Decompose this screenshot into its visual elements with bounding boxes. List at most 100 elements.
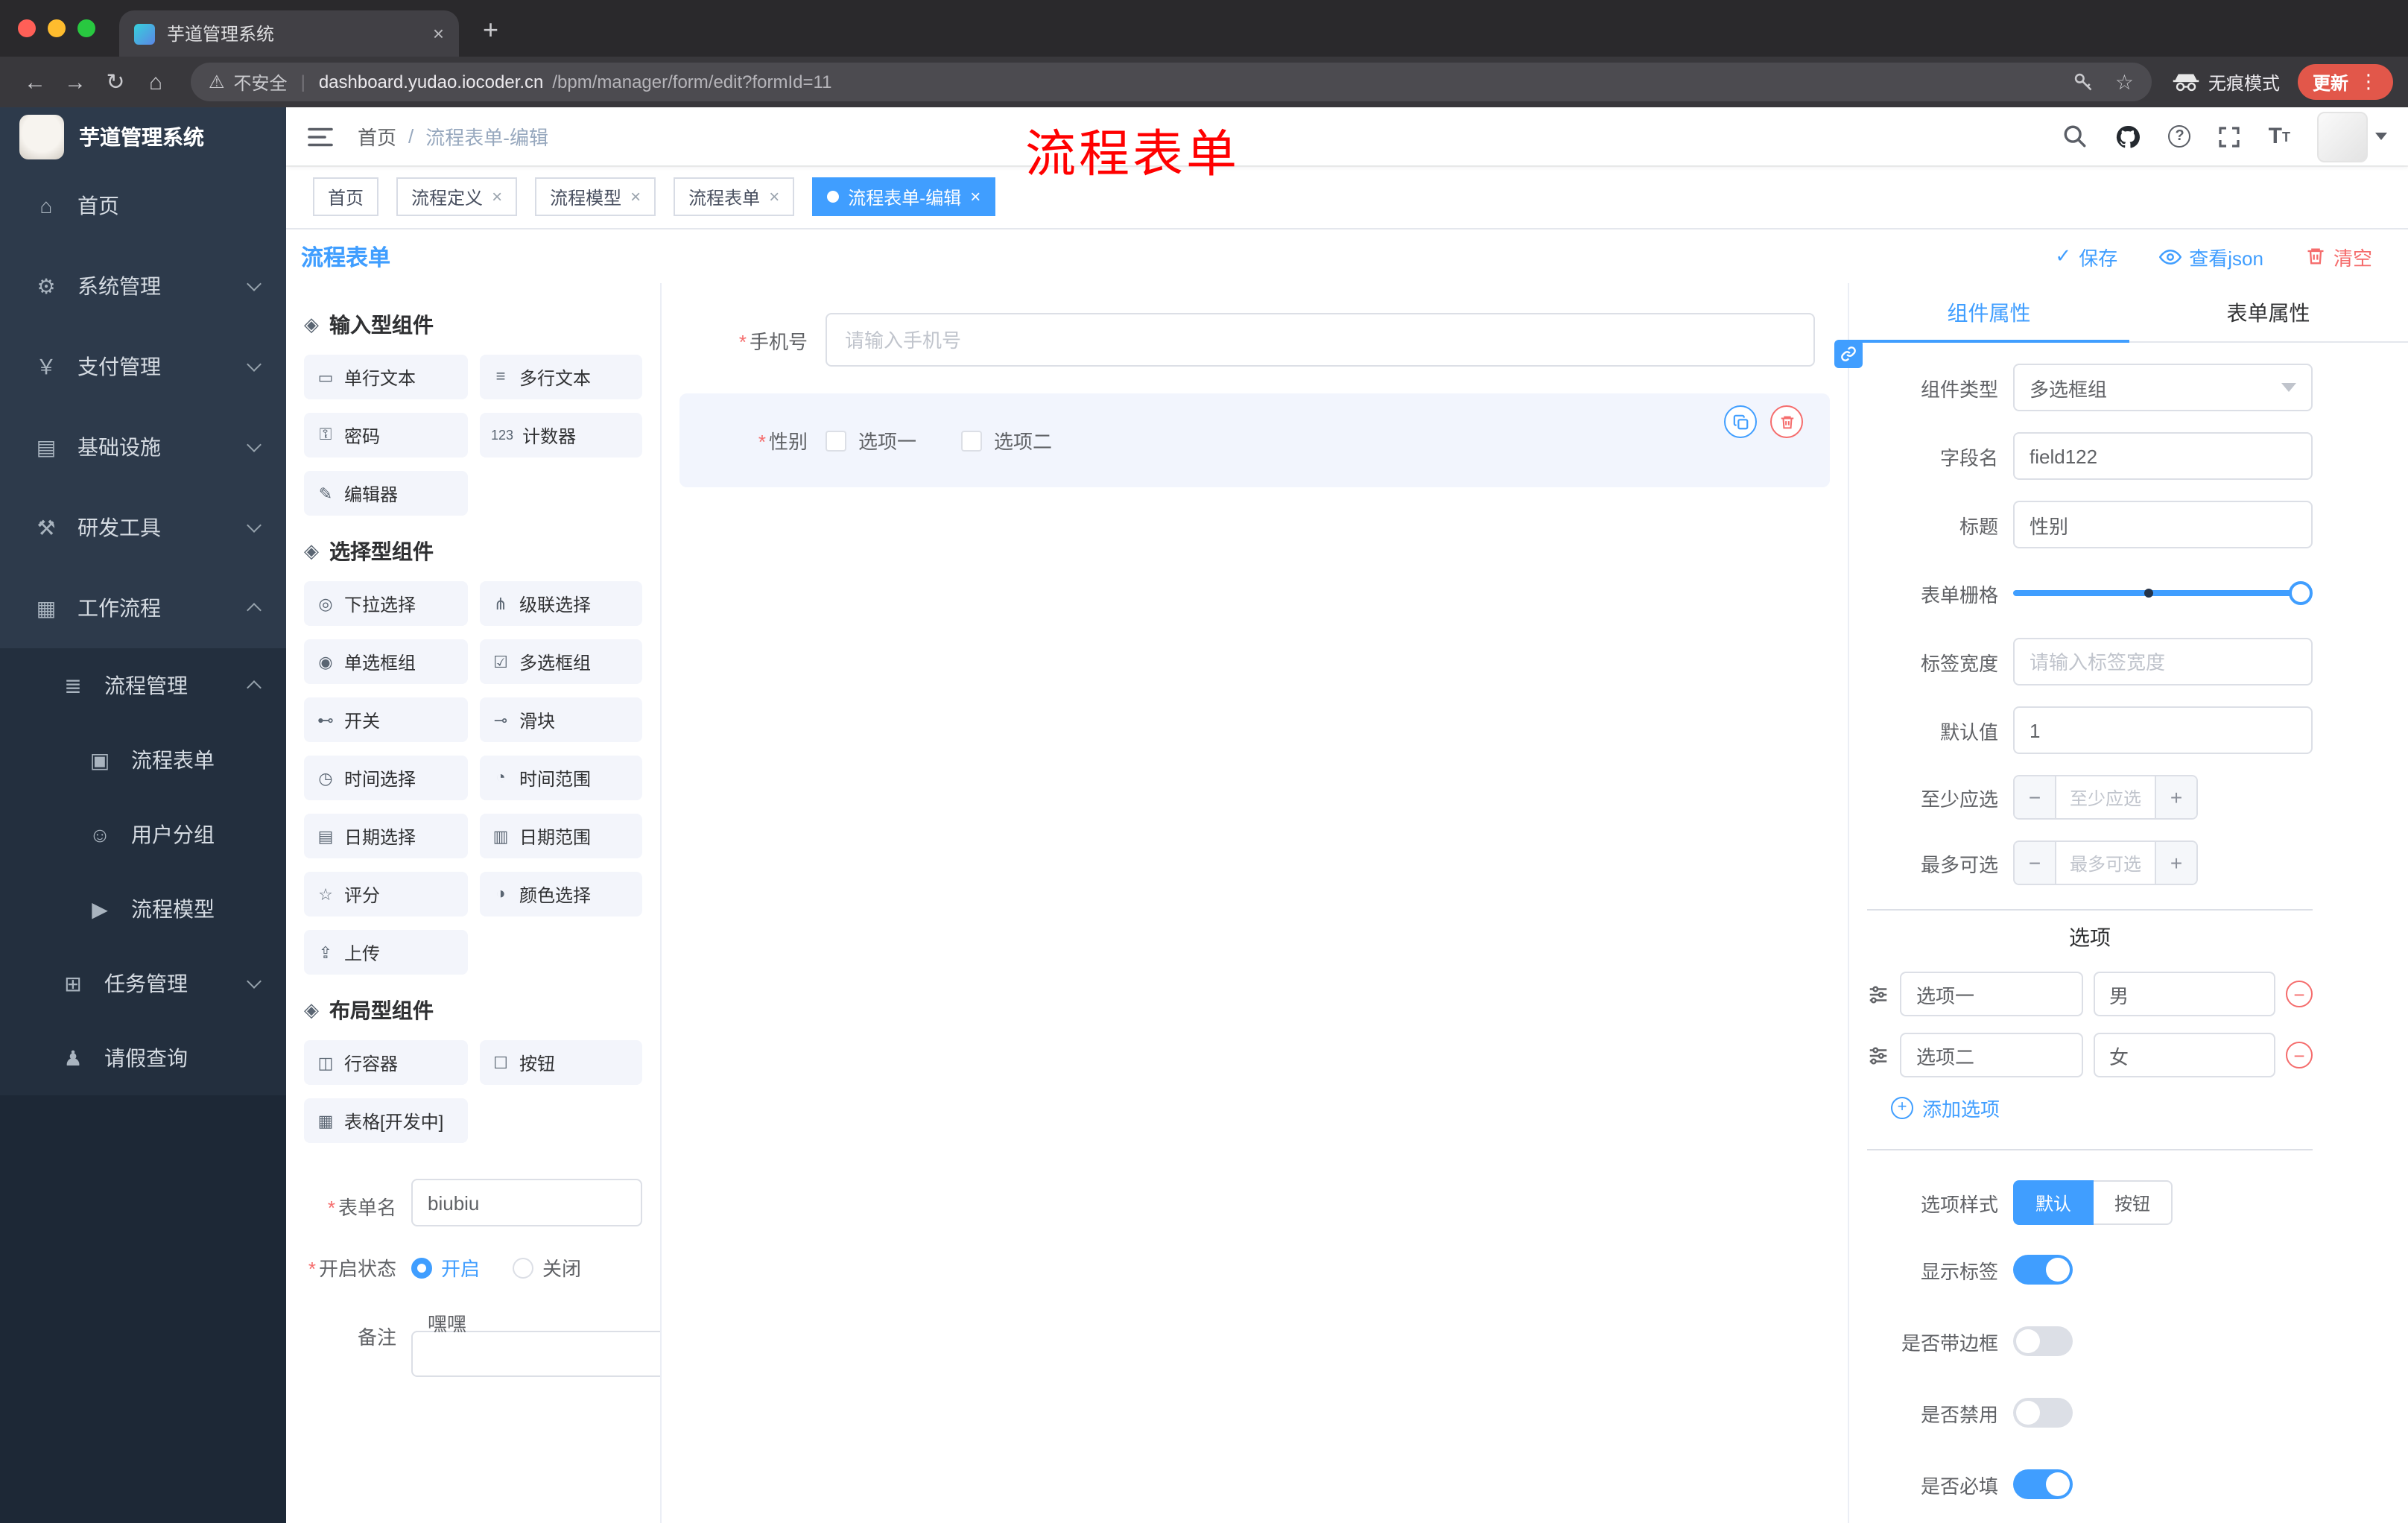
palette-item-date-picker[interactable]: ▤ 日期选择 <box>304 814 467 858</box>
phone-input[interactable] <box>845 329 1796 351</box>
field-name-input[interactable] <box>2030 445 2296 467</box>
tag-process-model[interactable]: 流程模型 × <box>535 177 656 216</box>
maximize-window-button[interactable] <box>77 19 95 37</box>
tab-form-props[interactable]: 表单属性 <box>2129 283 2408 341</box>
clear-button[interactable]: 清空 <box>2305 242 2372 270</box>
close-icon[interactable]: × <box>970 186 980 207</box>
style-default-button[interactable]: 默认 <box>2013 1180 2094 1225</box>
close-icon[interactable]: × <box>492 186 502 207</box>
border-toggle[interactable] <box>2013 1326 2073 1356</box>
sidebar-item-process-management[interactable]: ≣ 流程管理 <box>0 648 286 723</box>
delete-field-button[interactable] <box>1770 405 1803 438</box>
style-button-button[interactable]: 按钮 <box>2094 1180 2173 1225</box>
status-on-radio[interactable]: 开启 <box>411 1253 480 1282</box>
palette-item-editor[interactable]: ✎ 编辑器 <box>304 471 467 516</box>
option-value-input[interactable] <box>2109 1044 2259 1066</box>
checkbox-option-1[interactable]: 选项一 <box>826 426 916 455</box>
close-window-button[interactable] <box>18 19 36 37</box>
forward-icon[interactable]: → <box>55 69 95 95</box>
form-name-input[interactable] <box>428 1191 626 1214</box>
palette-item-button[interactable]: ☐ 按钮 <box>479 1040 642 1085</box>
sidebar-item-task-management[interactable]: ⊞ 任务管理 <box>0 946 286 1021</box>
palette-item-counter[interactable]: 123 计数器 <box>479 413 642 457</box>
label-width-input[interactable] <box>2030 650 2296 673</box>
sidebar-item-process-model[interactable]: ▶ 流程模型 <box>0 872 286 946</box>
component-type-select[interactable]: 多选框组 <box>2013 364 2313 411</box>
tag-process-form-edit[interactable]: 流程表单-编辑 × <box>812 177 996 216</box>
address-bar[interactable]: ⚠ 不安全 | dashboard.yudao.iocoder.cn/bpm/m… <box>191 63 2152 101</box>
field-gender[interactable]: * 性别 选项一 选项二 <box>679 426 1830 455</box>
font-size-icon[interactable]: TT <box>2269 124 2290 149</box>
option-label-input[interactable] <box>1916 983 2066 1005</box>
home-icon[interactable]: ⌂ <box>136 69 176 95</box>
minus-button[interactable]: − <box>2015 776 2056 818</box>
form-remark-textarea[interactable]: 嘿嘿 <box>428 1308 659 1361</box>
tag-home[interactable]: 首页 <box>313 177 379 216</box>
sidebar-item-payment[interactable]: ￥ 支付管理 <box>0 326 286 407</box>
title-input[interactable] <box>2030 513 2296 536</box>
sidebar-item-workflow[interactable]: ▦ 工作流程 <box>0 568 286 648</box>
breadcrumb-home[interactable]: 首页 <box>358 122 396 151</box>
sidebar-item-process-form[interactable]: ▣ 流程表单 <box>0 723 286 797</box>
back-icon[interactable]: ← <box>15 69 55 95</box>
hamburger-icon[interactable] <box>307 124 334 148</box>
tag-process-definition[interactable]: 流程定义 × <box>396 177 518 216</box>
tab-component-props[interactable]: 组件属性 <box>1849 283 2129 343</box>
field-gender-selected[interactable]: * 性别 选项一 选项二 <box>679 393 1830 487</box>
remove-option-button[interactable]: − <box>2286 981 2313 1007</box>
default-value-input[interactable] <box>2030 719 2296 741</box>
palette-item-upload[interactable]: ⇪ 上传 <box>304 930 467 975</box>
add-option-button[interactable]: + 添加选项 <box>1891 1094 2313 1122</box>
checkbox-option-2[interactable]: 选项二 <box>961 426 1052 455</box>
sidebar-item-home[interactable]: ⌂ 首页 <box>0 165 286 246</box>
user-menu[interactable] <box>2317 111 2387 162</box>
key-icon[interactable] <box>2073 72 2094 92</box>
option-value-input[interactable] <box>2109 983 2259 1005</box>
palette-item-cascader[interactable]: ⋔ 级联选择 <box>479 581 642 626</box>
palette-item-slider[interactable]: ⊸ 滑块 <box>479 697 642 742</box>
palette-item-switch[interactable]: ⊷ 开关 <box>304 697 467 742</box>
plus-button[interactable]: + <box>2155 776 2196 818</box>
palette-item-table[interactable]: ▦ 表格[开发中] <box>304 1098 467 1143</box>
palette-item-single-line-text[interactable]: ▭ 单行文本 <box>304 355 467 399</box>
sidebar-item-infrastructure[interactable]: ▤ 基础设施 <box>0 407 286 487</box>
tag-process-form[interactable]: 流程表单 × <box>674 177 795 216</box>
remove-option-button[interactable]: − <box>2286 1042 2313 1068</box>
new-tab-button[interactable]: + <box>483 15 498 46</box>
view-json-button[interactable]: 查看json <box>2159 242 2263 270</box>
help-icon[interactable]: ? <box>2168 125 2191 148</box>
palette-item-row-container[interactable]: ◫ 行容器 <box>304 1040 467 1085</box>
grid-slider[interactable] <box>2013 581 2313 605</box>
minus-button[interactable]: − <box>2015 842 2056 884</box>
required-toggle[interactable] <box>2013 1469 2073 1499</box>
disabled-toggle[interactable] <box>2013 1398 2073 1428</box>
form-canvas[interactable]: * 手机号 请输入手机号 * 性别 选项一 选项二 <box>662 283 1848 1523</box>
palette-item-time-picker[interactable]: ◷ 时间选择 <box>304 756 467 800</box>
option-label-input[interactable] <box>1916 1044 2066 1066</box>
show-label-toggle[interactable] <box>2013 1255 2073 1285</box>
stepper-placeholder[interactable]: 至少应选 <box>2056 776 2155 818</box>
reload-icon[interactable]: ↻ <box>95 69 136 95</box>
sidebar-item-leave-query[interactable]: ♟ 请假查询 <box>0 1021 286 1095</box>
palette-item-time-range[interactable]: ◔ 时间范围 <box>479 756 642 800</box>
slider-handle[interactable] <box>2289 581 2313 605</box>
sidebar-item-devtools[interactable]: ⚒ 研发工具 <box>0 487 286 568</box>
palette-item-multi-line-text[interactable]: ≡ 多行文本 <box>479 355 642 399</box>
stepper-placeholder[interactable]: 最多可选 <box>2056 842 2155 884</box>
link-icon[interactable] <box>1834 340 1863 368</box>
palette-item-password[interactable]: ⚿ 密码 <box>304 413 467 457</box>
palette-item-date-range[interactable]: ▥ 日期范围 <box>479 814 642 858</box>
browser-menu-icon[interactable]: ⋮ <box>2359 70 2378 94</box>
update-button[interactable]: 更新 ⋮ <box>2297 64 2393 100</box>
fullscreen-icon[interactable] <box>2218 124 2242 148</box>
field-phone[interactable]: * 手机号 <box>662 304 1848 376</box>
drag-handle-icon[interactable] <box>1867 1044 1889 1066</box>
sidebar-logo[interactable]: 芋道管理系统 <box>0 107 286 165</box>
sidebar-item-user-group[interactable]: ☺ 用户分组 <box>0 797 286 872</box>
status-off-radio[interactable]: 关闭 <box>513 1253 581 1282</box>
close-icon[interactable]: × <box>769 186 779 207</box>
palette-item-checkbox-group[interactable]: ☑ 多选框组 <box>479 639 642 684</box>
palette-item-select[interactable]: ◎ 下拉选择 <box>304 581 467 626</box>
palette-item-radio-group[interactable]: ◉ 单选框组 <box>304 639 467 684</box>
search-icon[interactable] <box>2063 124 2088 149</box>
